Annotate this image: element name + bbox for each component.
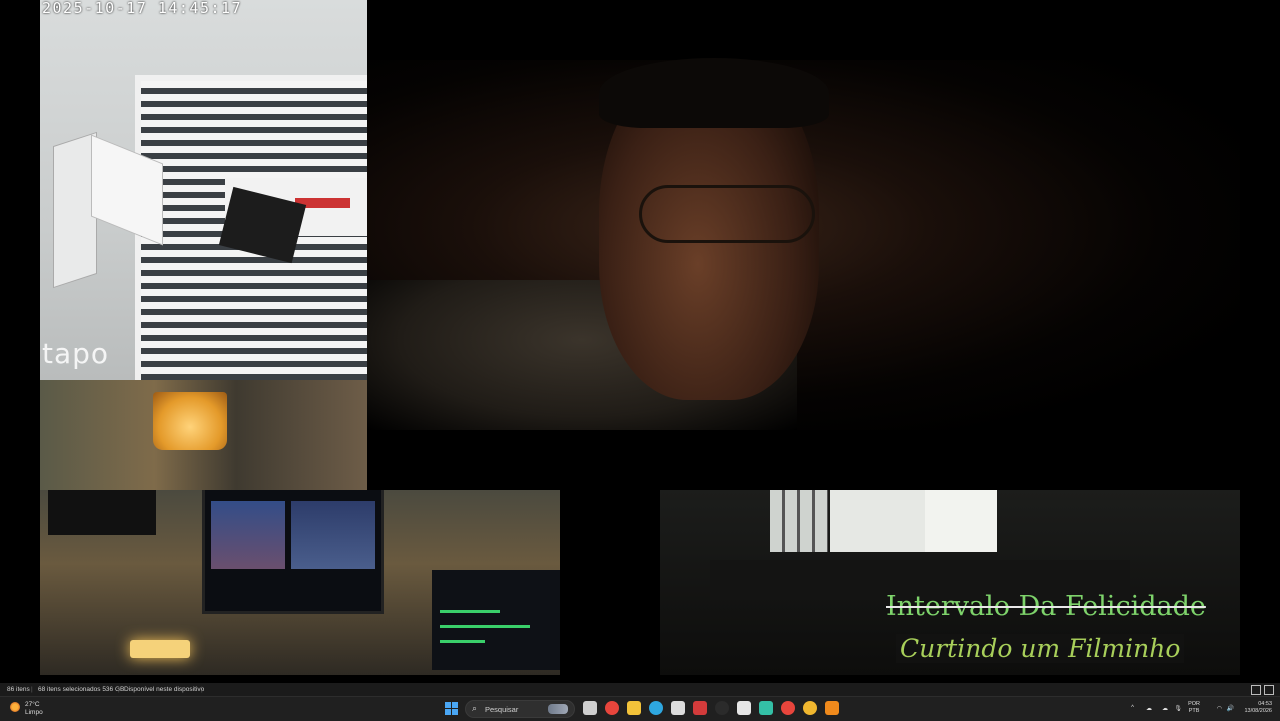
lamp-image bbox=[130, 640, 190, 658]
chevron-up-icon[interactable]: ^ bbox=[1131, 705, 1134, 711]
chrome-profile-2-icon[interactable] bbox=[781, 701, 795, 715]
weather-condition: Limpo bbox=[25, 709, 43, 716]
language-indicator[interactable]: POR PTB bbox=[1188, 701, 1200, 715]
chrome-profile-3-icon[interactable] bbox=[803, 701, 817, 715]
vlc-icon[interactable] bbox=[825, 701, 839, 715]
status-availability: Disponível neste dispositivo bbox=[124, 686, 205, 693]
search-icon: ⌕ bbox=[472, 703, 478, 713]
clock[interactable]: 04:53 13/08/2026 bbox=[1244, 701, 1272, 715]
cloud-icon[interactable]: ☁ bbox=[1162, 705, 1168, 712]
explorer-status-bar: 86 itens | 68 itens selecionados 536 GB … bbox=[0, 683, 1280, 696]
status-item-count: 86 itens bbox=[7, 686, 30, 693]
task-view-icon[interactable] bbox=[583, 701, 597, 715]
status-selected: 68 itens selecionados 536 GB bbox=[38, 686, 125, 693]
microphone-icon[interactable]: 🎙 bbox=[1174, 705, 1182, 712]
wifi-icon[interactable]: ◠ bbox=[1217, 705, 1222, 712]
monitor-image bbox=[48, 490, 156, 535]
hair-image bbox=[599, 58, 829, 128]
obs-studio-icon[interactable] bbox=[715, 701, 729, 715]
app-teal-icon[interactable] bbox=[759, 701, 773, 715]
large-icons-view-icon[interactable] bbox=[1264, 685, 1274, 695]
search-highlight-image bbox=[548, 704, 568, 714]
onedrive-icon[interactable]: ☁ bbox=[1146, 705, 1152, 712]
adobe-app-icon[interactable] bbox=[693, 701, 707, 715]
window-image bbox=[925, 490, 997, 552]
camera-timestamp: 2025-10-17 14:45:17 bbox=[42, 0, 243, 17]
security-camera-feed bbox=[40, 0, 367, 380]
details-view-icon[interactable] bbox=[1251, 685, 1261, 695]
monitor-image bbox=[432, 570, 560, 670]
clock-time: 04:53 bbox=[1258, 701, 1272, 707]
desk-camera-feed bbox=[40, 490, 560, 675]
monitor-image bbox=[202, 490, 384, 614]
github-desktop-icon[interactable] bbox=[737, 701, 751, 715]
studio-camera-feed bbox=[40, 380, 367, 490]
overlay-title: Intervalo Da Felicidade bbox=[886, 591, 1206, 622]
clock-date: 13/08/2026 bbox=[1244, 708, 1272, 714]
window-image bbox=[770, 490, 828, 552]
movie-frame bbox=[367, 0, 1240, 490]
windows-taskbar: 27°C Limpo ⌕ Pesquisar ^ ☁ ☁ 🎙 POR PTB ◠… bbox=[0, 696, 1280, 721]
camera-brand-logo: tapo bbox=[42, 337, 110, 370]
lamp-image bbox=[153, 392, 227, 450]
search-placeholder: Pesquisar bbox=[485, 705, 519, 714]
notepad-icon[interactable] bbox=[671, 701, 685, 715]
file-explorer-icon[interactable] bbox=[627, 701, 641, 715]
chrome-icon[interactable] bbox=[605, 701, 619, 715]
weather-sun-icon bbox=[10, 702, 20, 712]
glasses-image bbox=[639, 185, 815, 243]
start-button[interactable] bbox=[445, 702, 459, 716]
window-image bbox=[830, 490, 925, 552]
laptop-image bbox=[54, 133, 96, 287]
taskbar-search[interactable]: ⌕ Pesquisar bbox=[465, 700, 575, 718]
edge-icon[interactable] bbox=[649, 701, 663, 715]
weather-temp: 27°C bbox=[25, 701, 40, 708]
overlay-subtitle: Curtindo um Filminho bbox=[896, 634, 1185, 663]
volume-icon[interactable]: 🔊 bbox=[1227, 705, 1234, 712]
